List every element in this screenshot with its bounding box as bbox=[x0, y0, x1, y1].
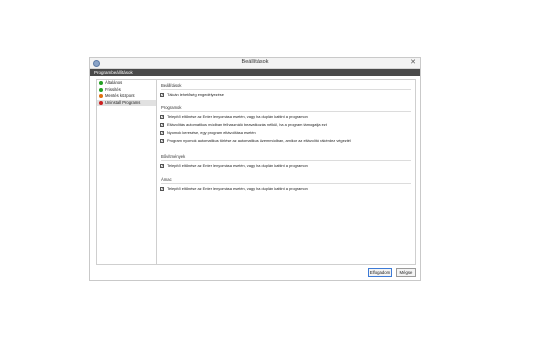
option-label: Tálcán lehetőség engedélyezése bbox=[167, 92, 224, 97]
section-title-amac: Ámac bbox=[161, 177, 172, 182]
sidebar-item-label: Mentés központ bbox=[105, 93, 135, 98]
status-dot-icon bbox=[99, 87, 103, 92]
option-extensions-enter[interactable]: ✓ Telepítő eltűnése az Enter lenyomása e… bbox=[160, 163, 308, 168]
option-label: Nyomok keresése, egy program eltávolítás… bbox=[167, 130, 256, 135]
option-auto-uninstall[interactable]: ✓ Eltávolítás automatikus módban felhasz… bbox=[160, 122, 327, 127]
option-search-traces[interactable]: ✓ Nyomok keresése, egy program eltávolít… bbox=[160, 130, 256, 135]
status-dot-icon bbox=[99, 100, 103, 105]
option-label: Program nyomok automatikus törlése az au… bbox=[167, 138, 351, 143]
checkbox[interactable]: ✓ bbox=[160, 163, 164, 168]
close-icon[interactable]: ✕ bbox=[410, 58, 416, 68]
title-bar: Beállítások ✕ bbox=[90, 58, 420, 69]
section-title-programok: Programok bbox=[161, 105, 182, 110]
option-amac-enter[interactable]: ✓ Telepítő eltűnése az Enter lenyomása e… bbox=[160, 186, 308, 191]
checkbox[interactable]: ✓ bbox=[160, 186, 164, 191]
divider bbox=[161, 89, 411, 90]
status-dot-icon bbox=[99, 94, 103, 99]
option-label: Telepítő eltűnése az Enter lenyomása ese… bbox=[167, 186, 308, 191]
option-auto-delete-traces[interactable]: ✓ Program nyomok automatikus törlése az … bbox=[160, 138, 351, 143]
section-title-bovitmenyek: Bővítmények bbox=[161, 154, 186, 159]
option-label: Telepítő eltűnése az Enter lenyomása ese… bbox=[167, 114, 308, 119]
checkbox[interactable]: ✓ bbox=[160, 122, 164, 127]
status-dot-icon bbox=[99, 81, 103, 86]
sidebar: Általános Frissítés Mentés központ Unins… bbox=[96, 79, 157, 265]
divider bbox=[161, 160, 411, 161]
option-label: Telepítő eltűnése az Enter lenyomása ese… bbox=[167, 163, 308, 168]
option-enter-doubleclick[interactable]: ✓ Telepítő eltűnése az Enter lenyomása e… bbox=[160, 114, 308, 119]
ok-button[interactable]: Elfogadom bbox=[368, 268, 392, 277]
window-title: Beállítások bbox=[241, 59, 269, 65]
settings-content: Beállítások ✓ Tálcán lehetőség engedélye… bbox=[157, 79, 416, 265]
divider bbox=[161, 183, 411, 184]
sidebar-item-uninstall[interactable]: Uninstall Programs bbox=[97, 99, 156, 106]
option-tray[interactable]: ✓ Tálcán lehetőség engedélyezése bbox=[160, 92, 224, 97]
checkbox[interactable]: ✓ bbox=[160, 130, 164, 135]
settings-window: Beállítások ✕ Programbeállítások Általán… bbox=[89, 57, 421, 281]
settings-header: Programbeállítások bbox=[90, 69, 420, 76]
sidebar-item-label: Általános bbox=[105, 80, 123, 85]
sidebar-item-label: Frissítés bbox=[105, 86, 121, 92]
cancel-button[interactable]: Mégse bbox=[396, 268, 416, 277]
checkbox[interactable]: ✓ bbox=[160, 92, 164, 97]
checkbox[interactable]: ✓ bbox=[160, 114, 164, 119]
divider bbox=[161, 111, 411, 112]
sidebar-item-label: Uninstall Programs bbox=[105, 99, 141, 105]
option-label: Eltávolítás automatikus módban felhaszná… bbox=[167, 122, 327, 127]
checkbox[interactable]: ✓ bbox=[160, 138, 164, 143]
section-title-beallitasok: Beállítások bbox=[161, 83, 182, 88]
